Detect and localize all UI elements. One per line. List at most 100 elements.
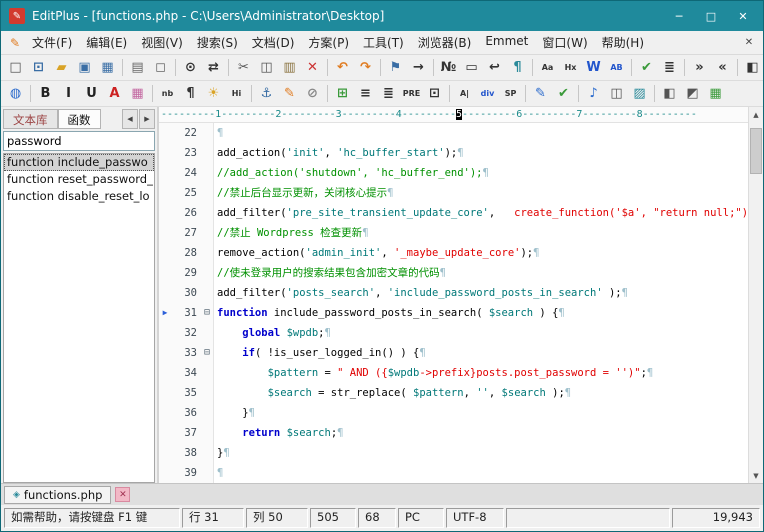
- code-box-button[interactable]: ⊡: [423, 83, 446, 105]
- menu-item[interactable]: 浏览器(B): [411, 31, 479, 54]
- save-file-button[interactable]: ▣: [73, 57, 96, 79]
- tab-close-button[interactable]: ✕: [115, 487, 130, 502]
- video-tag-button[interactable]: ◫: [605, 83, 628, 105]
- code-line[interactable]: 35 $search = str_replace( $pattern, '', …: [159, 383, 748, 403]
- function-filter-input[interactable]: [3, 131, 155, 151]
- word-wrap-button[interactable]: ↩: [483, 57, 506, 79]
- document-close-button[interactable]: ✕: [739, 37, 759, 48]
- ruler-toggle-button[interactable]: ▭: [460, 57, 483, 79]
- menu-item[interactable]: Emmet: [478, 31, 535, 54]
- new-html-button[interactable]: ⊡: [27, 57, 50, 79]
- align-left-button[interactable]: ≡: [354, 83, 377, 105]
- delete-button[interactable]: ✕: [301, 57, 324, 79]
- close-button[interactable]: ✕: [727, 4, 759, 28]
- cut-button[interactable]: ✂: [232, 57, 255, 79]
- sidebar-prev-button[interactable]: ◀: [122, 109, 138, 129]
- go-to-line-button[interactable]: →: [407, 57, 430, 79]
- script-editor-button[interactable]: ✎: [529, 83, 552, 105]
- code-line[interactable]: 36 }¶: [159, 403, 748, 423]
- scroll-down-button[interactable]: ▼: [749, 468, 763, 483]
- hex-view-button[interactable]: Hx: [559, 57, 582, 79]
- new-file-button[interactable]: □: [4, 57, 27, 79]
- paragraph-tag-button[interactable]: ¶: [179, 83, 202, 105]
- menu-item[interactable]: 搜索(S): [190, 31, 245, 54]
- code-line[interactable]: 24//add_action('shutdown', 'hc_buffer_en…: [159, 163, 748, 183]
- code-line[interactable]: 26add_filter('pre_site_transient_update_…: [159, 203, 748, 223]
- scrollbar-track[interactable]: [749, 122, 763, 468]
- underline-button[interactable]: U: [80, 83, 103, 105]
- sort-button[interactable]: ≣: [658, 57, 681, 79]
- audio-tag-button[interactable]: ♪: [582, 83, 605, 105]
- edit-tag-button[interactable]: ✎: [278, 83, 301, 105]
- line-numbers-button[interactable]: №: [437, 57, 460, 79]
- maximize-button[interactable]: □: [695, 4, 727, 28]
- special-character-button[interactable]: ☀: [202, 83, 225, 105]
- code-line[interactable]: 29//使未登录用户的搜索结果包含加密文章的代码¶: [159, 263, 748, 283]
- menu-item[interactable]: 编辑(E): [79, 31, 134, 54]
- code-line[interactable]: 32 global $wpdb;¶: [159, 323, 748, 343]
- list-item[interactable]: function disable_reset_lo: [4, 188, 154, 205]
- color-palette-button[interactable]: ▦: [126, 83, 149, 105]
- copy-button[interactable]: ◫: [255, 57, 278, 79]
- scrollbar-thumb[interactable]: [750, 128, 762, 174]
- sidebar-next-button[interactable]: ▶: [139, 109, 155, 129]
- code-line[interactable]: 27//禁止 Wordpress 检查更新¶: [159, 223, 748, 243]
- indent-button[interactable]: »: [688, 57, 711, 79]
- menu-item[interactable]: 视图(V): [134, 31, 190, 54]
- pre-tag-button[interactable]: PRE: [400, 83, 423, 105]
- menu-item[interactable]: 工具(T): [356, 31, 411, 54]
- print-preview-button[interactable]: ◻: [149, 57, 172, 79]
- menu-item[interactable]: 方案(P): [301, 31, 356, 54]
- code-line[interactable]: 22¶: [159, 123, 748, 143]
- table-tag-button[interactable]: ⊞: [331, 83, 354, 105]
- syntax-check-button[interactable]: ✔: [552, 83, 575, 105]
- code-line[interactable]: 38}¶: [159, 443, 748, 463]
- browser-preview-button[interactable]: ◍: [4, 83, 27, 105]
- image-tag-button[interactable]: ▨: [628, 83, 651, 105]
- code-line[interactable]: 28remove_action('admin_init', '_maybe_up…: [159, 243, 748, 263]
- scroll-up-button[interactable]: ▲: [749, 107, 763, 122]
- show-paragraph-button[interactable]: ¶: [506, 57, 529, 79]
- redo-button[interactable]: ↷: [354, 57, 377, 79]
- html-toolbar-button[interactable]: W: [582, 57, 605, 79]
- span-tag-button[interactable]: SP: [499, 83, 522, 105]
- heading-tag-button[interactable]: Hi: [225, 83, 248, 105]
- change-case-button[interactable]: Aa: [536, 57, 559, 79]
- minimize-button[interactable]: ─: [663, 4, 695, 28]
- undo-button[interactable]: ↶: [331, 57, 354, 79]
- code-line[interactable]: 37 return $search;¶: [159, 423, 748, 443]
- code-line[interactable]: 33⊟ if( !is_user_logged_in() ) {¶: [159, 343, 748, 363]
- nonbreaking-space-button[interactable]: nb: [156, 83, 179, 105]
- menu-item[interactable]: 文档(D): [245, 31, 302, 54]
- code-line[interactable]: 25//禁止后台显示更新，关闭核心提示¶: [159, 183, 748, 203]
- list-item[interactable]: function reset_password_: [4, 171, 154, 188]
- menu-item[interactable]: 文件(F): [25, 31, 79, 54]
- clear-formatting-button[interactable]: ⊘: [301, 83, 324, 105]
- bold-button[interactable]: B: [34, 83, 57, 105]
- font-color-button[interactable]: A: [103, 83, 126, 105]
- paste-button[interactable]: ▥: [278, 57, 301, 79]
- tab-functions-php[interactable]: ◈ functions.php: [4, 486, 111, 504]
- code-line[interactable]: 30add_filter('posts_search', 'include_pa…: [159, 283, 748, 303]
- side-panel-button[interactable]: ◧: [741, 57, 763, 79]
- spell-check-button[interactable]: ✔: [635, 57, 658, 79]
- print-button[interactable]: ▤: [126, 57, 149, 79]
- find-button[interactable]: ⊙: [179, 57, 202, 79]
- outdent-button[interactable]: «: [711, 57, 734, 79]
- sidebar-tab[interactable]: 函数: [58, 109, 101, 129]
- code-line[interactable]: ▶31⊟function include_password_posts_in_s…: [159, 303, 748, 323]
- cliptext-toggle-button[interactable]: AB: [605, 57, 628, 79]
- sidebar-tab[interactable]: 文本库: [3, 109, 58, 129]
- code-line[interactable]: 23add_action('init', 'hc_buffer_start');…: [159, 143, 748, 163]
- open-file-button[interactable]: ▰: [50, 57, 73, 79]
- frameset-left-button[interactable]: ◧: [658, 83, 681, 105]
- bookmark-button[interactable]: ⚑: [384, 57, 407, 79]
- div-tag-button[interactable]: div: [476, 83, 499, 105]
- code-area[interactable]: 22¶23add_action('init', 'hc_buffer_start…: [159, 123, 748, 483]
- plugin-button[interactable]: ▦: [704, 83, 727, 105]
- anchor-tag-button[interactable]: ⚓: [255, 83, 278, 105]
- align-center-button[interactable]: ≣: [377, 83, 400, 105]
- italic-button[interactable]: I: [57, 83, 80, 105]
- list-item[interactable]: function include_passwo: [4, 154, 154, 171]
- menu-item[interactable]: 窗口(W): [535, 31, 594, 54]
